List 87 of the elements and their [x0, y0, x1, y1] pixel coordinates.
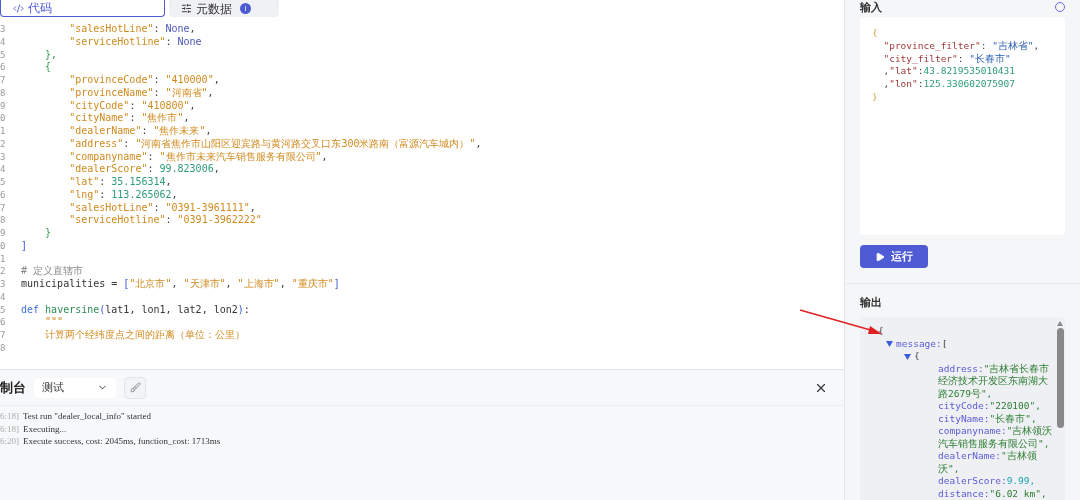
line-number: 4	[0, 163, 7, 176]
line-number: 8	[0, 214, 7, 227]
log-time: 6:18]	[0, 422, 19, 435]
info-badge: i	[240, 3, 251, 14]
input-code-line: }	[872, 91, 879, 104]
code-line: "companyname": "焦作市未来汽车销售服务有限公司",	[68, 150, 328, 164]
line-number: 3	[0, 278, 7, 291]
expanded-triangle-icon[interactable]	[886, 341, 893, 347]
output-key: message:[	[878, 337, 1055, 350]
line-number: 1	[0, 125, 7, 138]
output-field: companyname:"吉林领沃汽车销售服务有限公司",	[878, 425, 1055, 450]
line-number: 9	[0, 227, 7, 240]
input-code-line: "city_filter": "长春市"	[882, 52, 1012, 66]
code-line: "serviceHotline": None	[68, 35, 202, 49]
tab[interactable]: 元数据 i	[169, 0, 279, 17]
line-number: 8	[0, 86, 7, 100]
log-message: Execute success, cost: 2045ms, function_cost: 1713ms	[23, 435, 221, 448]
code-line: # 定义直辖市	[21, 265, 84, 278]
output-field: dealerScore:9.99,	[878, 475, 1055, 488]
line-number: 5	[0, 48, 7, 62]
expanded-triangle-icon[interactable]	[904, 353, 911, 360]
input-code-line: {	[872, 27, 879, 40]
line-number: 0	[0, 112, 7, 125]
input-code-line: ,"lon":125.330602075907	[882, 78, 1017, 91]
line-number: 4	[0, 35, 7, 49]
code-line: municipalities = ["北京市", "天津市", "上海市", "重庆市"]	[21, 278, 340, 291]
run-button[interactable]: 运行	[860, 245, 928, 268]
code-line: "dealerScore": 99.823006,	[68, 163, 220, 176]
code-line: "lng": 113.265062,	[68, 188, 178, 202]
code-line: "provinceName": "河南省",	[68, 86, 214, 100]
code-line: "salesHotLine": None,	[68, 23, 196, 36]
line-number: 2	[0, 137, 7, 151]
clear-button[interactable]	[124, 376, 146, 399]
log-time: 6:18]	[0, 410, 19, 423]
line-number: 3	[0, 23, 7, 36]
sliders-icon	[181, 3, 192, 14]
code-line: "dealerName": "焦作未来",	[68, 125, 212, 138]
code-line: """	[44, 316, 64, 329]
input-title: 输入	[860, 1, 882, 13]
code-line: 计算两个经纬度点之间的距离（单位：公里）	[44, 329, 246, 342]
line-number: 9	[0, 99, 7, 113]
code-line: "serviceHotline": "0391-3962222"	[68, 214, 262, 227]
code-line: "salesHotLine": "0391-3961111",	[68, 201, 256, 215]
line-number: 1	[0, 252, 7, 266]
line-number: 4	[0, 290, 7, 304]
line-number: 0	[0, 239, 7, 253]
code-line: }	[44, 227, 52, 240]
line-number: 5	[0, 176, 7, 189]
line-number: 6	[0, 61, 7, 74]
line-number: 2	[0, 265, 7, 278]
code-line: "lat": 35.156314,	[68, 176, 172, 189]
code-line: "cityCode": "410800",	[68, 99, 196, 112]
code-line: "cityName": "焦作市",	[68, 112, 190, 125]
output-root: {	[878, 325, 885, 338]
line-number: 8	[0, 341, 7, 355]
line-number: 6	[0, 316, 7, 329]
play-icon	[875, 251, 885, 262]
input-code-line: ,"lat":43.8219535010431	[882, 65, 1017, 79]
log-time: 6:20]	[0, 435, 19, 448]
code-line: "provinceCode": "410000",	[68, 74, 220, 87]
input-editor[interactable]: { "province_filter": "吉林省", "city_filter": "长春市" ,"lat":43.8219535010431 ,"lon":125.330602075907 }	[860, 17, 1065, 235]
code-line: def haversine(lat1, lon1, lat2, lon2):	[21, 303, 250, 317]
line-number: 3	[0, 150, 7, 164]
code-line: ]	[21, 239, 28, 253]
env-select[interactable]: 测试	[34, 377, 116, 398]
code-line: },	[44, 48, 58, 62]
tab[interactable]: 代码	[0, 0, 165, 17]
code-line: "address": "河南省焦作市山阳区迎宾路与黄河路交叉口东300米路南（富源汽车城内）",	[68, 137, 482, 151]
scroll-up-icon[interactable]	[1057, 321, 1063, 326]
code-icon	[13, 2, 24, 14]
output-field: distance:"6.02 km",	[878, 487, 1055, 500]
line-number: 7	[0, 329, 7, 342]
input-code-line: "province_filter": "吉林省",	[882, 39, 1041, 53]
output-field: address:"吉林省长春市经济技术开发区东南湖大路2679号",	[878, 362, 1055, 400]
line-number: 7	[0, 201, 7, 215]
output-field: cityCode:"220100",	[878, 400, 1055, 413]
output-field: dealerName:"吉林领沃",	[878, 450, 1055, 475]
log-message: Test run "dealer_local_info" started	[23, 410, 151, 423]
code-line: {	[44, 61, 52, 74]
console-title: 制台	[0, 378, 26, 397]
line-number: 5	[0, 303, 7, 317]
line-number: 6	[0, 188, 7, 202]
output-object: {	[878, 350, 1055, 363]
line-number: 7	[0, 74, 7, 87]
output-field: cityName:"长春市",	[878, 412, 1055, 425]
log-message: Executing...	[23, 422, 67, 435]
output-title: 输出	[859, 295, 883, 310]
